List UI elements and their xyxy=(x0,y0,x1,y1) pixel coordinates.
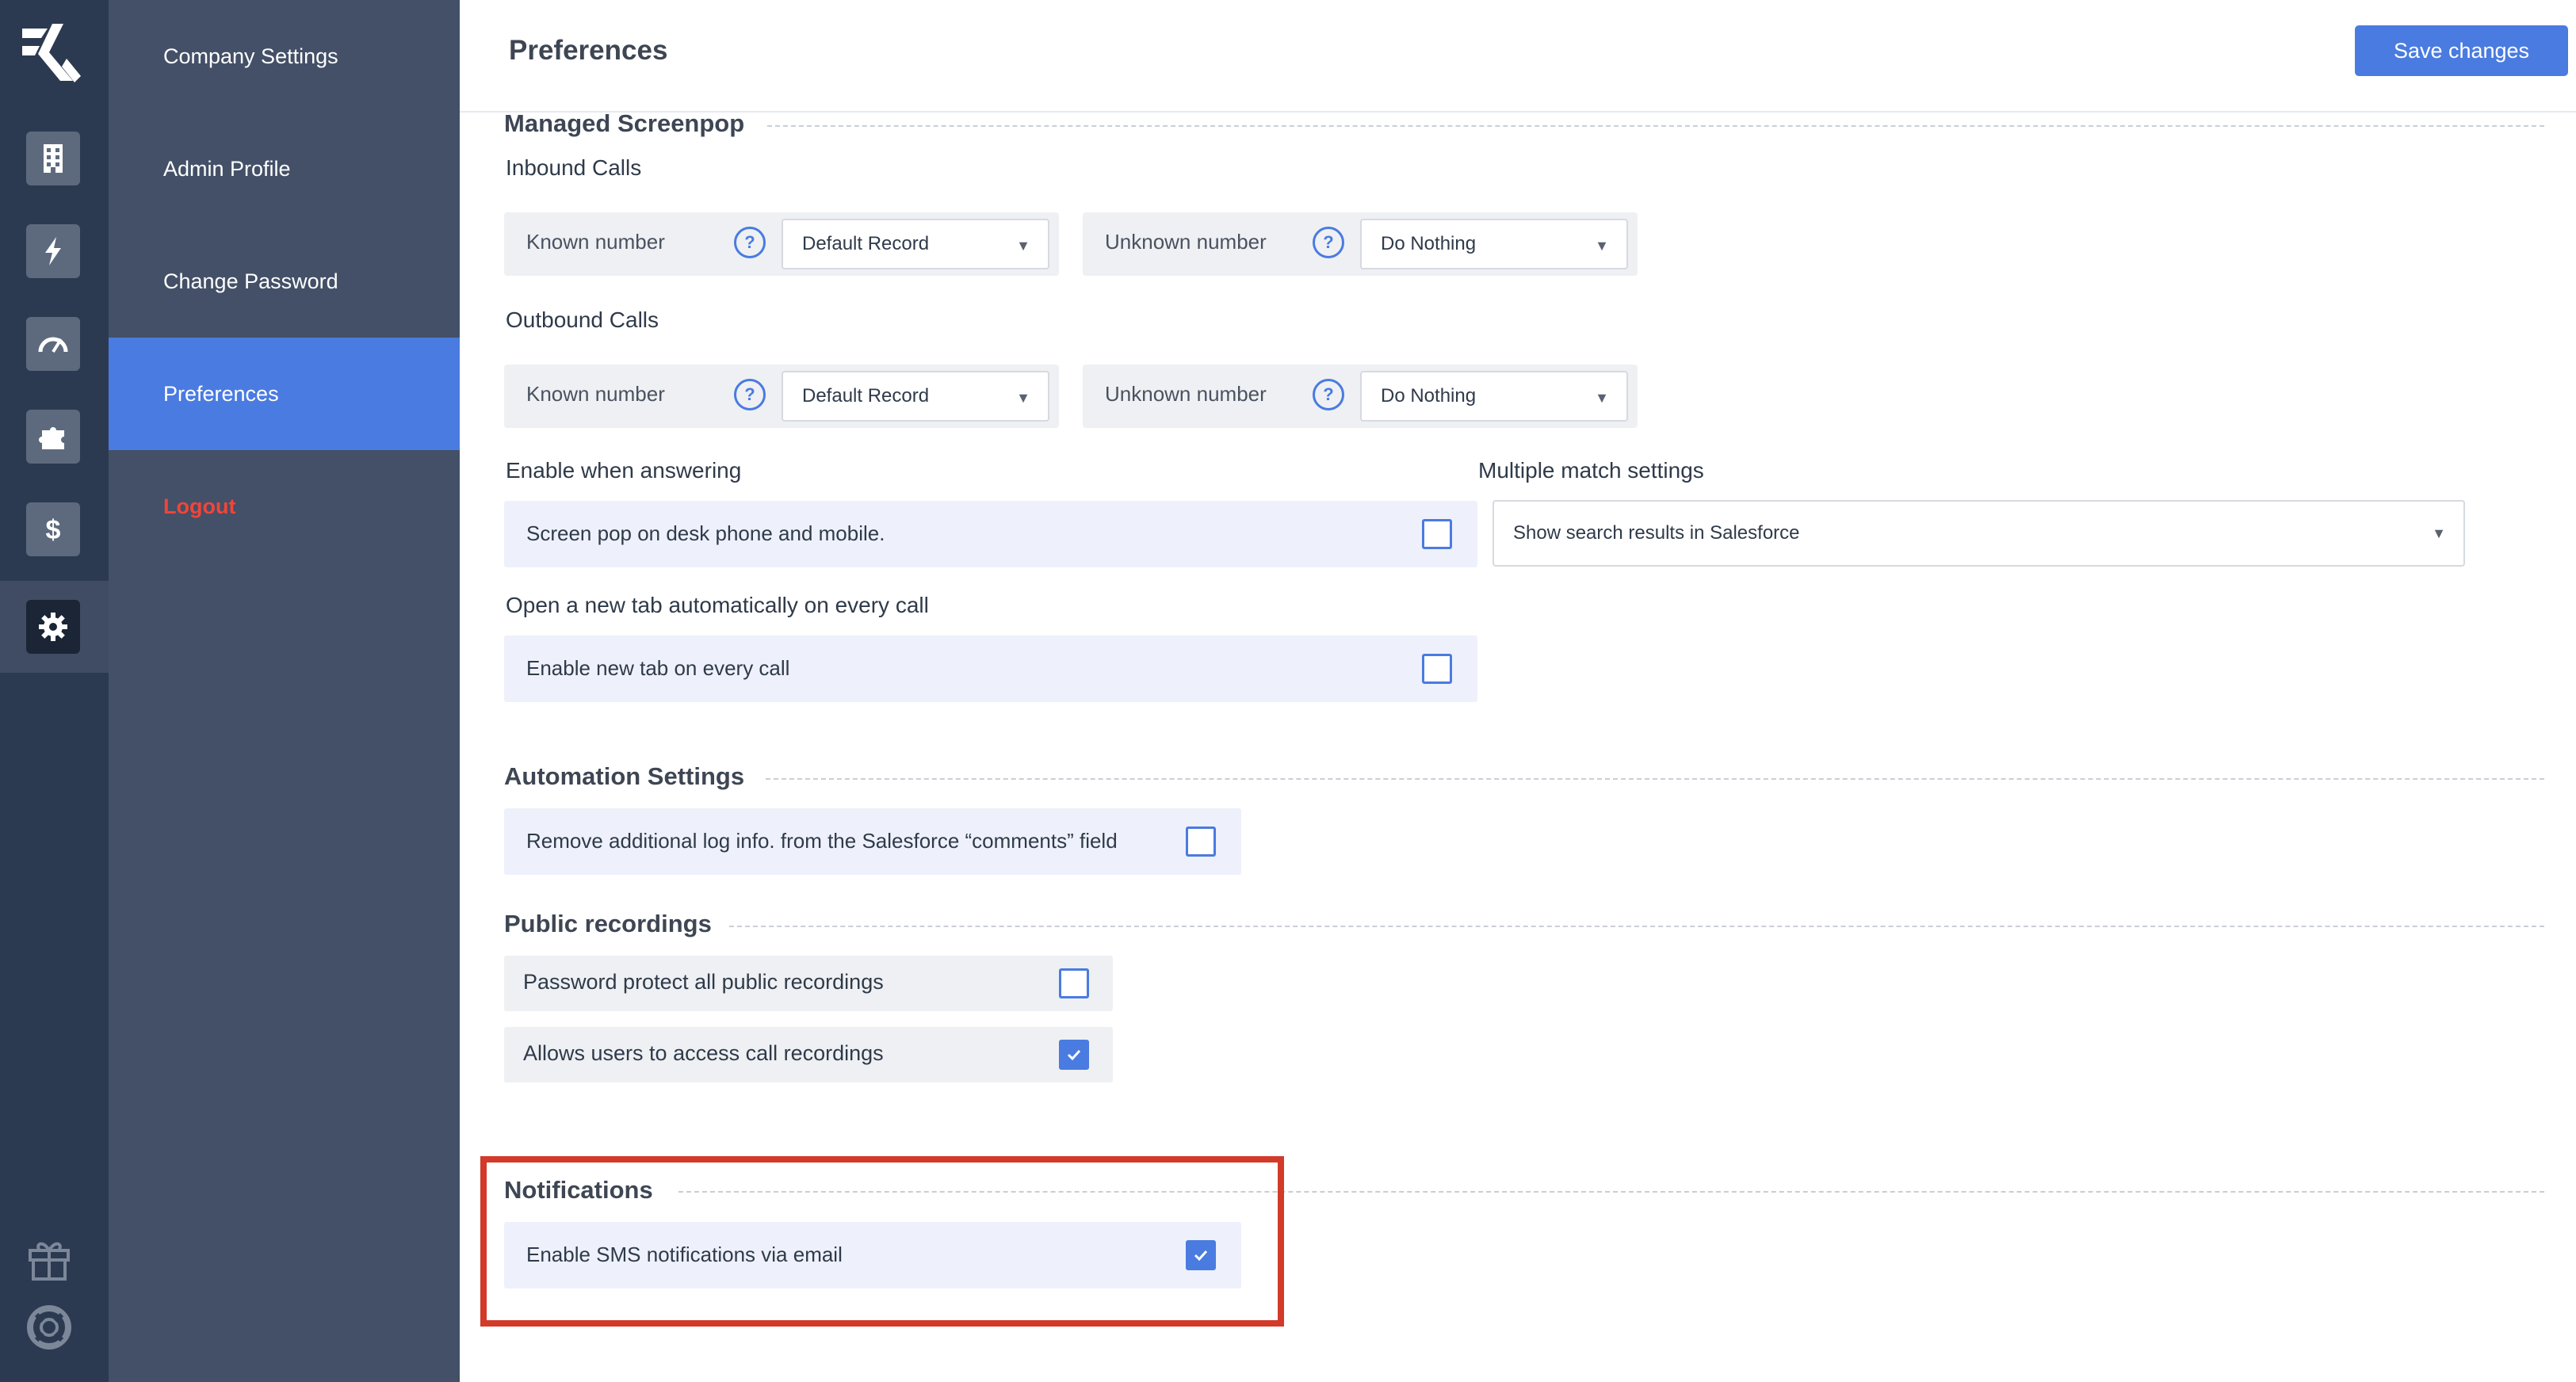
access-recordings-checkbox[interactable] xyxy=(1059,1040,1089,1070)
multiple-match-select[interactable]: Show search results in Salesforce ▼ xyxy=(1492,500,2465,567)
caret-down-icon: ▼ xyxy=(1016,390,1030,406)
section-divider xyxy=(766,778,2544,780)
known-number-label: Known number xyxy=(526,230,665,254)
inbound-unknown-number-select[interactable]: Do Nothing ▼ xyxy=(1360,219,1628,269)
icon-rail: $ xyxy=(0,0,109,1382)
sidebar-item-preferences[interactable]: Preferences xyxy=(109,338,460,450)
building-icon[interactable] xyxy=(26,132,80,185)
password-protect-option-label: Password protect all public recordings xyxy=(523,970,884,994)
help-icon[interactable]: ? xyxy=(1313,379,1344,410)
sidebar-item-change-password[interactable]: Change Password xyxy=(109,225,460,338)
gauge-icon[interactable] xyxy=(26,317,80,371)
sidebar-item-label: Logout xyxy=(163,494,236,518)
new-tab-checkbox[interactable] xyxy=(1422,654,1452,684)
password-protect-checkbox[interactable] xyxy=(1059,968,1089,998)
unknown-number-label: Unknown number xyxy=(1105,382,1267,406)
caret-down-icon: ▼ xyxy=(1016,238,1030,254)
outbound-calls-title: Outbound Calls xyxy=(506,307,659,332)
enable-when-answering-title: Enable when answering xyxy=(506,458,742,483)
screen-pop-option-row: Screen pop on desk phone and mobile. xyxy=(504,501,1477,567)
lightning-icon[interactable] xyxy=(26,224,80,278)
access-recordings-option-row: Allows users to access call recordings xyxy=(504,1027,1113,1082)
select-value: Do Nothing xyxy=(1381,233,1477,254)
help-icon[interactable]: ? xyxy=(1313,227,1344,258)
section-divider xyxy=(729,926,2544,927)
select-value: Show search results in Salesforce xyxy=(1513,522,1800,544)
outbound-unknown-number-select[interactable]: Do Nothing ▼ xyxy=(1360,371,1628,422)
settings-sidebar: Company Settings Admin Profile Change Pa… xyxy=(109,0,460,1382)
sidebar-item-admin-profile[interactable]: Admin Profile xyxy=(109,113,460,225)
screen-pop-option-label: Screen pop on desk phone and mobile. xyxy=(526,521,885,545)
section-divider xyxy=(767,125,2544,127)
caret-down-icon: ▼ xyxy=(1595,238,1609,254)
inbound-known-number-group: Known number ? Default Record ▼ xyxy=(504,212,1059,276)
sidebar-item-label: Preferences xyxy=(163,381,279,406)
save-changes-button[interactable]: Save changes xyxy=(2355,25,2568,76)
section-title-automation-settings: Automation Settings xyxy=(504,762,745,790)
section-title-managed-screenpop: Managed Screenpop xyxy=(504,109,745,137)
sidebar-item-logout[interactable]: Logout xyxy=(109,450,460,563)
multiple-match-title: Multiple match settings xyxy=(1478,458,1704,483)
puzzle-icon[interactable] xyxy=(26,410,80,464)
access-recordings-option-label: Allows users to access call recordings xyxy=(523,1041,884,1065)
svg-text:$: $ xyxy=(46,515,61,545)
sidebar-item-label: Company Settings xyxy=(163,44,338,68)
lifebuoy-icon[interactable] xyxy=(24,1302,75,1353)
logo-icon[interactable] xyxy=(17,21,89,86)
select-value: Default Record xyxy=(802,385,930,407)
help-icon[interactable]: ? xyxy=(734,379,766,410)
page-header: Preferences xyxy=(460,0,2576,113)
new-tab-option-row: Enable new tab on every call xyxy=(504,636,1477,702)
screen-pop-checkbox[interactable] xyxy=(1422,519,1452,549)
inbound-unknown-number-group: Unknown number ? Do Nothing ▼ xyxy=(1083,212,1638,276)
inbound-known-number-select[interactable]: Default Record ▼ xyxy=(782,219,1049,269)
automation-option-row: Remove additional log info. from the Sal… xyxy=(504,808,1241,875)
caret-down-icon: ▼ xyxy=(2432,525,2446,541)
sidebar-item-company-settings[interactable]: Company Settings xyxy=(109,0,460,113)
section-title-public-recordings: Public recordings xyxy=(504,910,712,937)
gear-icon[interactable] xyxy=(26,600,80,654)
new-tab-title: Open a new tab automatically on every ca… xyxy=(506,593,929,617)
highlight-annotation-box xyxy=(480,1156,1284,1327)
sidebar-item-label: Change Password xyxy=(163,269,338,293)
checkmark-icon xyxy=(1067,1049,1081,1061)
new-tab-option-label: Enable new tab on every call xyxy=(526,656,790,680)
help-icon[interactable]: ? xyxy=(734,227,766,258)
inbound-calls-title: Inbound Calls xyxy=(506,155,642,180)
select-value: Default Record xyxy=(802,233,930,254)
outbound-known-number-select[interactable]: Default Record ▼ xyxy=(782,371,1049,422)
automation-checkbox[interactable] xyxy=(1186,827,1216,857)
known-number-label: Known number xyxy=(526,382,665,406)
automation-option-label: Remove additional log info. from the Sal… xyxy=(526,829,1118,853)
sidebar-item-label: Admin Profile xyxy=(163,156,291,181)
select-value: Do Nothing xyxy=(1381,385,1477,407)
unknown-number-label: Unknown number xyxy=(1105,230,1267,254)
password-protect-option-row: Password protect all public recordings xyxy=(504,956,1113,1011)
dollar-icon[interactable]: $ xyxy=(26,502,80,556)
page-title: Preferences xyxy=(509,35,668,66)
outbound-unknown-number-group: Unknown number ? Do Nothing ▼ xyxy=(1083,365,1638,428)
caret-down-icon: ▼ xyxy=(1595,390,1609,406)
outbound-known-number-group: Known number ? Default Record ▼ xyxy=(504,365,1059,428)
gift-icon[interactable] xyxy=(24,1233,75,1284)
